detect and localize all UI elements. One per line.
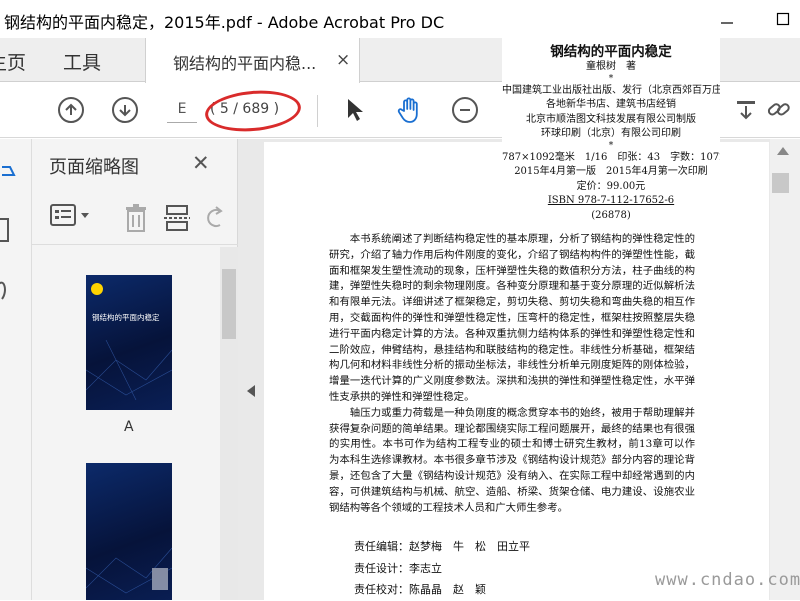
credit-line: 责任设计：李志立 — [354, 561, 442, 575]
rotate-page-button[interactable] — [202, 203, 226, 237]
trash-icon — [126, 204, 146, 232]
download-icon — [737, 101, 755, 120]
watermark: www.cndao.com — [655, 570, 800, 590]
red-highlight-oval — [203, 86, 303, 136]
credit-line: 责任校对：陈晶晶 赵 颖 — [354, 583, 486, 596]
left-icon-strip — [0, 139, 32, 600]
next-page-button[interactable] — [110, 95, 140, 125]
side-navigation-icons[interactable] — [0, 159, 30, 359]
body-paragraph: 本书系统阐述了判断结构稳定性的基本原理，分析了钢结构的弹性稳定性的研究，介绍了轴… — [329, 233, 695, 403]
copyright-overlay: 钢结构的平面内稳定 童根树 著 * 中国建筑工业出版社出版、发行（北京西郊百万庄… — [502, 33, 720, 233]
select-tool-button[interactable] — [340, 95, 370, 125]
cover-decoration — [86, 547, 172, 594]
hand-tool-button[interactable] — [395, 95, 425, 125]
copyright-line: 北京市顺浩图文科技发展有限公司制版 — [526, 113, 696, 125]
tab-document[interactable]: 钢结构的平面内稳... × — [145, 38, 360, 83]
minimize-icon — [721, 22, 733, 24]
scroll-up-arrow-icon[interactable] — [777, 147, 789, 155]
arrow-up-icon — [58, 97, 84, 123]
credits: 责任编辑：赵梦梅 牛 松 田立平 责任设计：李志立 责任校对：陈晶晶 赵 颖 — [354, 536, 530, 601]
maximize-icon — [776, 12, 790, 26]
tab-tools[interactable]: 工具 — [63, 48, 101, 75]
page-thumbnail-next[interactable] — [86, 463, 172, 600]
copyright-line: 2015年4月第一版 2015年4月第一次印刷 — [514, 166, 708, 177]
page-thumbnail-a[interactable]: 钢结构的平面内稳定 — [86, 275, 172, 410]
minimize-button[interactable] — [714, 6, 740, 32]
page-number-input[interactable]: E — [167, 101, 197, 123]
link-icon — [767, 103, 790, 116]
minus-icon — [452, 97, 478, 123]
delete-page-button[interactable] — [123, 203, 149, 237]
scroll-thumb[interactable] — [772, 173, 789, 193]
publisher-logo-icon — [91, 283, 103, 295]
thumbnail-options-button[interactable] — [49, 203, 93, 233]
cover-decoration — [86, 340, 172, 400]
cover-title: 钢结构的平面内稳定 — [92, 313, 160, 322]
download-button[interactable] — [731, 95, 761, 125]
copyright-author: 童根树 著 — [586, 61, 636, 72]
maximize-button[interactable] — [770, 6, 796, 32]
panel-scrollbar[interactable] — [220, 247, 238, 600]
window-title: 钢结构的平面内稳定，2015年.pdf - Adobe Acrobat Pro … — [4, 13, 445, 32]
document-scrollbar[interactable] — [770, 139, 800, 600]
copyright-star: * — [608, 73, 614, 84]
hand-icon — [397, 97, 418, 123]
copyright-title: 钢结构的平面内稳定 — [550, 44, 672, 60]
tab-home[interactable]: 主页 — [0, 48, 26, 75]
copyright-line: (26878) — [591, 209, 631, 221]
rotate-icon — [207, 206, 223, 227]
panel-close-icon[interactable]: ✕ — [192, 151, 210, 175]
panel-scroll-thumb[interactable] — [222, 269, 236, 339]
page-thumbnails-panel: 页面缩略图 ✕ 钢结构的平面内稳定 A — [32, 139, 238, 600]
thumbnail-label: A — [124, 419, 134, 435]
copyright-line: 定价：99.00元 — [576, 180, 646, 192]
credit-line: 责任编辑：赵梦梅 牛 松 田立平 — [354, 540, 530, 553]
thumbnail-list[interactable]: 钢结构的平面内稳定 A — [32, 247, 220, 600]
collapse-panel-arrow-icon[interactable] — [247, 385, 255, 397]
list-options-icon — [50, 204, 89, 226]
page-body-text: 本书系统阐述了判断结构稳定性的基本原理，分析了钢结构的弹性稳定性的研究，介绍了轴… — [329, 232, 695, 516]
copyright-line: 787×1092毫米 1/16 印张：43 字数：1072千字 — [502, 151, 720, 163]
panel-title: 页面缩略图 — [49, 157, 139, 178]
cursor-arrow-icon — [348, 99, 363, 121]
body-paragraph: 轴压力或重力荷载是一种负刚度的概念贯穿本书的始终，被用于帮助理解并获得复杂问题的… — [329, 406, 695, 514]
copyright-line: 环球印刷（北京）有限公司印刷 — [541, 128, 681, 139]
panel-toolbar — [32, 189, 238, 245]
copyright-isbn: ISBN 978-7-112-17652-6 — [547, 195, 675, 206]
scissors-page-icon — [164, 205, 190, 231]
copyright-line: 中国建筑工业出版社出版、发行（北京西郊百万庄） — [502, 84, 720, 96]
zoom-out-button[interactable] — [450, 95, 480, 125]
arrow-down-icon — [112, 97, 138, 123]
split-page-button[interactable] — [164, 203, 190, 237]
previous-page-button[interactable] — [56, 95, 86, 125]
copyright-star: * — [608, 140, 614, 151]
document-tab-label: 钢结构的平面内稳... — [173, 54, 317, 73]
toolbar-separator — [317, 95, 318, 127]
copyright-line: 各地新华书店、建筑书店经销 — [546, 99, 676, 110]
close-tab-icon[interactable]: × — [336, 50, 350, 70]
link-button[interactable] — [765, 95, 795, 125]
